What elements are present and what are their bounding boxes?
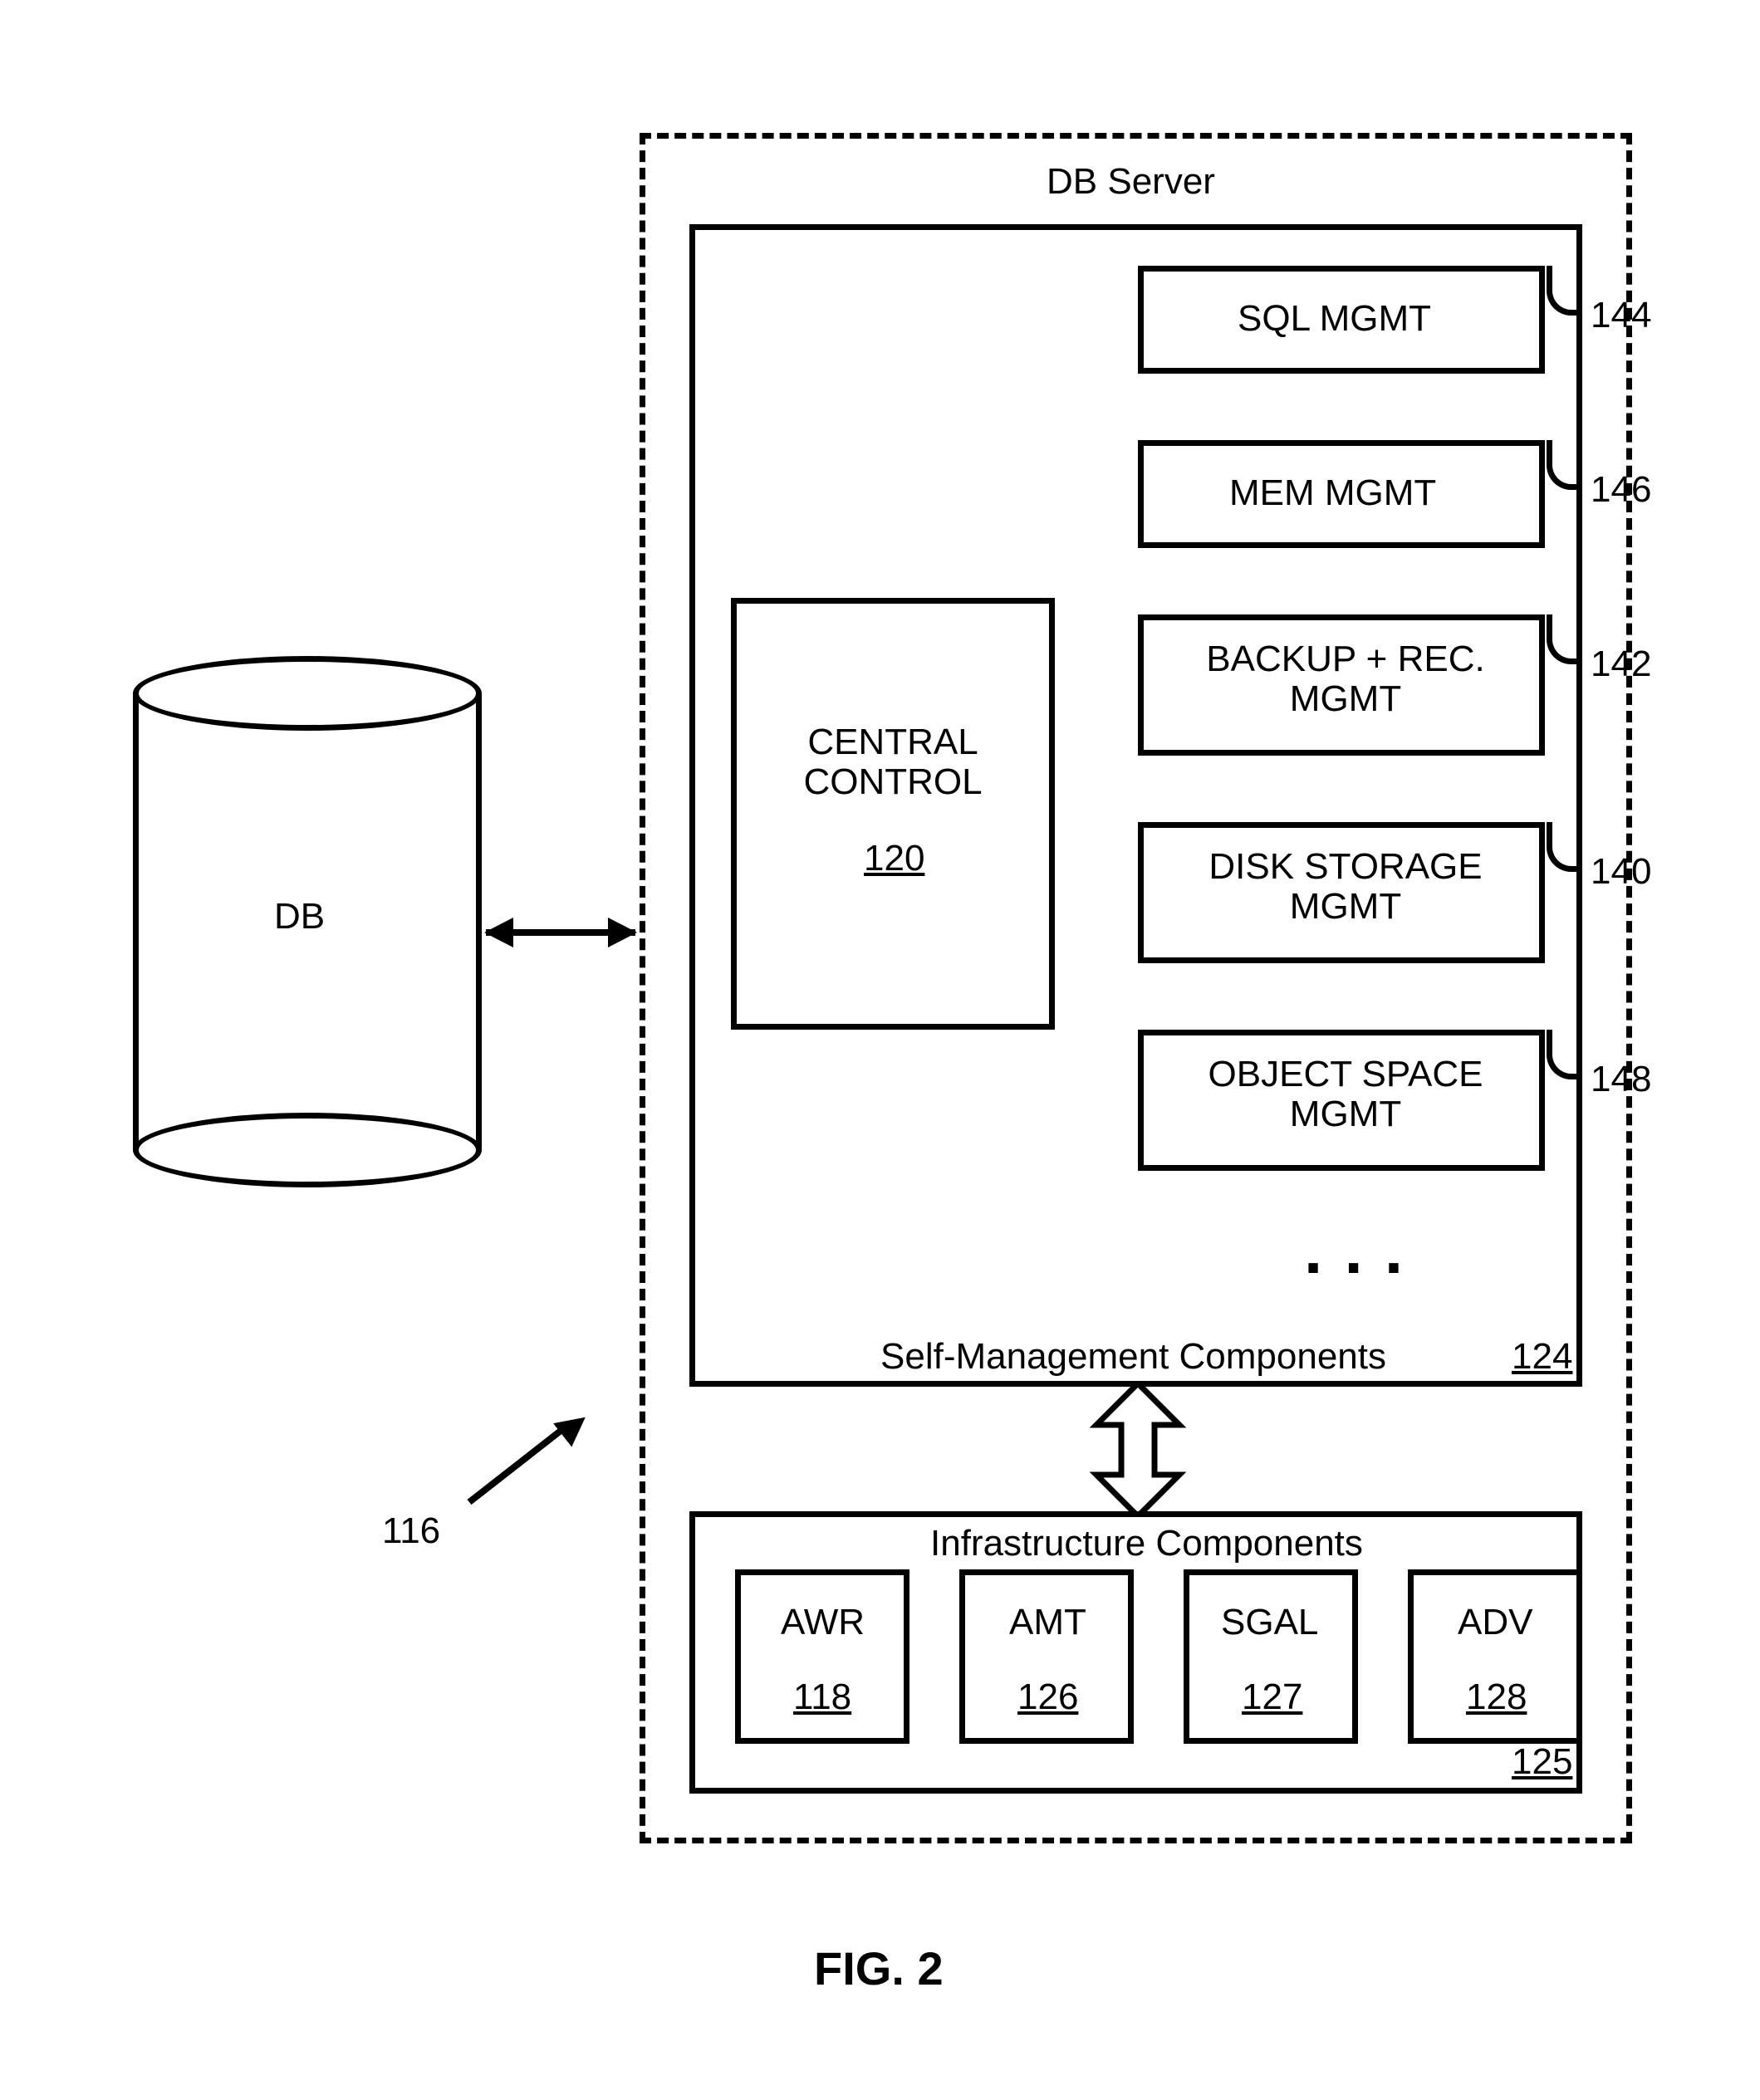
central-control-ref: 120 bbox=[864, 839, 924, 879]
adv-ref: 128 bbox=[1466, 1677, 1527, 1717]
sql-mgmt-ref: 144 bbox=[1591, 296, 1651, 335]
infrastructure-ref: 125 bbox=[1512, 1742, 1572, 1782]
sql-mgmt-label: SQL MGMT bbox=[1238, 299, 1431, 339]
amt-label: AMT bbox=[1009, 1603, 1086, 1642]
central-control-label: CENTRAL CONTROL bbox=[797, 722, 988, 803]
sgal-box bbox=[1184, 1569, 1358, 1744]
backup-rec-mgmt-label: BACKUP + REC. MGMT bbox=[1179, 639, 1512, 720]
object-space-mgmt-ref: 148 bbox=[1591, 1060, 1651, 1099]
awr-label: AWR bbox=[781, 1603, 865, 1642]
sgal-ref: 127 bbox=[1242, 1677, 1302, 1717]
infrastructure-label: Infrastructure Components bbox=[930, 1524, 1363, 1564]
awr-ref: 118 bbox=[793, 1677, 851, 1717]
db-server-arrow bbox=[486, 918, 635, 947]
system-ref: 116 bbox=[382, 1511, 440, 1551]
mem-mgmt-label: MEM MGMT bbox=[1229, 473, 1436, 513]
mem-mgmt-ref: 146 bbox=[1591, 470, 1651, 510]
awr-box bbox=[735, 1569, 909, 1744]
diagram-canvas: DB DB Server Self-Management Components … bbox=[0, 0, 1760, 2100]
disk-storage-mgmt-ref: 140 bbox=[1591, 852, 1651, 892]
figure-label: FIG. 2 bbox=[814, 1943, 944, 1995]
db-label: DB bbox=[274, 897, 325, 937]
self-mgmt-infra-arrow bbox=[1088, 1383, 1188, 1516]
disk-storage-mgmt-label: DISK STORAGE MGMT bbox=[1196, 847, 1495, 928]
central-control-box bbox=[731, 598, 1055, 1030]
db-server-title: DB Server bbox=[1047, 162, 1215, 202]
amt-box bbox=[959, 1569, 1134, 1744]
self-management-ref: 124 bbox=[1512, 1337, 1572, 1377]
object-space-mgmt-label: OBJECT SPACE MGMT bbox=[1196, 1055, 1495, 1135]
self-management-label: Self-Management Components bbox=[880, 1337, 1386, 1377]
adv-label: ADV bbox=[1458, 1603, 1532, 1642]
system-ref-arrow bbox=[457, 1403, 606, 1520]
amt-ref: 126 bbox=[1017, 1677, 1078, 1717]
adv-box bbox=[1408, 1569, 1582, 1744]
sgal-label: SGAL bbox=[1221, 1603, 1318, 1642]
backup-rec-mgmt-ref: 142 bbox=[1591, 644, 1651, 684]
ellipsis: . . . bbox=[1304, 1212, 1405, 1289]
